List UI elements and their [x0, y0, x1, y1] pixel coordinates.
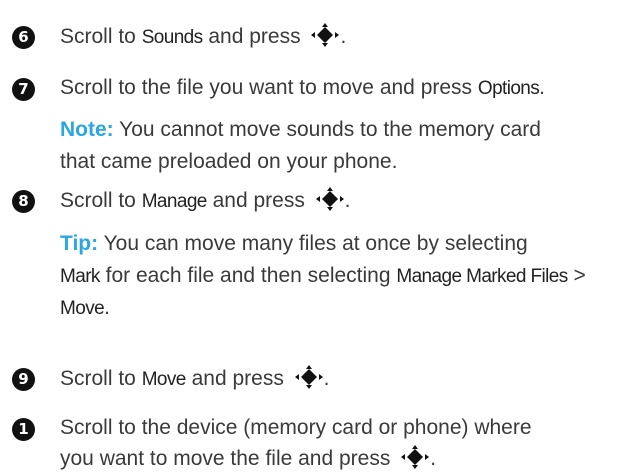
menu-keyword: Mark [60, 266, 100, 287]
text: You cannot move sounds to the memory car… [113, 118, 541, 141]
step-number-badge: 6 [12, 26, 35, 49]
step-text: Scroll to the file you want to move and … [60, 74, 545, 103]
note-line-2: that came preloaded on your phone. [60, 148, 397, 176]
step-number-badge: 1 [12, 418, 35, 441]
text: . [344, 189, 351, 212]
tip-line-2: Mark for each file and then selecting Ma… [60, 262, 586, 291]
navigation-key-icon [315, 187, 344, 211]
step-text-line-2: you want to move the file and press . [60, 444, 436, 473]
step-text: Scroll to Sounds and press . [60, 22, 346, 52]
step-number-badge: 9 [12, 368, 35, 391]
text: Scroll to [60, 25, 142, 48]
text: that came preloaded on your phone. [60, 150, 398, 173]
menu-keyword: Sounds [141, 27, 203, 48]
text: and press [202, 25, 307, 48]
text: . [340, 25, 347, 48]
text: Scroll to the file you want to move and … [60, 76, 478, 99]
navigation-key-icon [294, 365, 323, 389]
note-line-1: Note: You cannot move sounds to the memo… [60, 116, 541, 144]
note-label: Note: [60, 118, 114, 141]
menu-keyword: Options [477, 78, 540, 99]
text: Scroll to [60, 189, 142, 212]
text: . [323, 367, 330, 390]
text: and press [206, 189, 311, 212]
tip-label: Tip: [60, 232, 99, 255]
step-text: Scroll to Manage and press . [60, 186, 351, 216]
text: . [104, 296, 110, 319]
text: Scroll to the device (memory card or pho… [60, 416, 532, 439]
menu-keyword: Manage Marked Files [396, 266, 568, 287]
menu-keyword: Manage [141, 191, 208, 212]
text: for each file and then selecting [99, 264, 397, 287]
text: and press [185, 367, 290, 390]
text: you want to move the file and press [60, 447, 397, 470]
menu-keyword: Move [141, 369, 187, 390]
tip-line-3: Move. [60, 294, 110, 323]
text: . [539, 76, 546, 99]
text: You can move many files at once by selec… [98, 232, 528, 255]
text: . [430, 447, 437, 470]
tip-line-1: Tip: You can move many files at once by … [60, 230, 528, 258]
manual-page: 6 Scroll to Sounds and press . 7 Scroll … [0, 0, 624, 470]
step-text-line-1: Scroll to the device (memory card or pho… [60, 414, 532, 442]
step-text: Scroll to Move and press . [60, 364, 330, 394]
step-number-badge: 7 [12, 78, 35, 101]
step-number-badge: 8 [12, 190, 35, 213]
menu-keyword: Move [60, 298, 105, 319]
text: > [567, 264, 586, 287]
text: Scroll to [60, 367, 142, 390]
navigation-key-icon [401, 445, 430, 469]
navigation-key-icon [311, 23, 340, 47]
